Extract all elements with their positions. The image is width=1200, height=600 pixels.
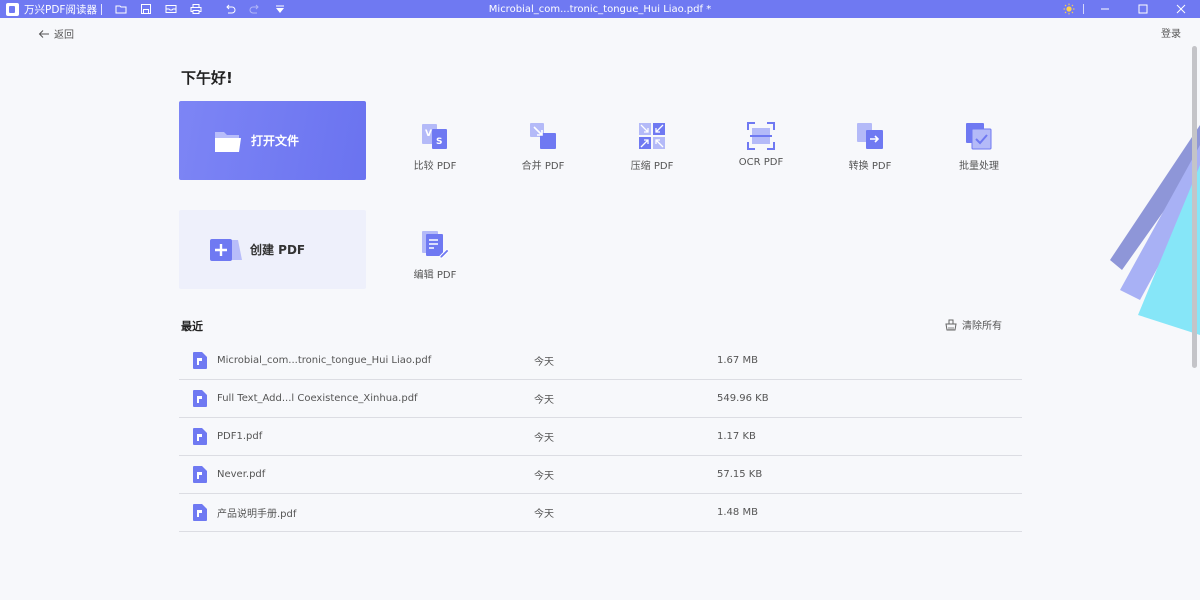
file-name: Microbial_com...tronic_tongue_Hui Liao.p… [217, 355, 432, 366]
greeting-heading: 下午好! [181, 69, 233, 87]
open-file-card[interactable]: 打开文件 [179, 101, 366, 180]
scrollbar-thumb[interactable] [1192, 46, 1197, 368]
save-icon[interactable] [140, 3, 152, 15]
back-label: 返回 [54, 30, 74, 41]
svg-text:V: V [425, 129, 432, 139]
tool-label: 比较 PDF [413, 161, 457, 172]
pdf-file-icon [193, 504, 207, 521]
tool-edit-pdf[interactable]: 编辑 PDF [395, 230, 475, 281]
decorative-fan-graphic [1110, 125, 1200, 335]
svg-text:S: S [436, 137, 442, 147]
tool-convert-pdf[interactable]: 转换 PDF [830, 121, 910, 172]
file-name: PDF1.pdf [217, 431, 263, 442]
title-bar: 万兴PDF阅读器 Microbial_com...tronic_tongue_H… [0, 0, 1200, 18]
file-date: 今天 [534, 433, 554, 444]
file-name: 产品说明手册.pdf [217, 509, 297, 520]
pdf-file-icon [193, 390, 207, 407]
recent-file-list: Microbial_com...tronic_tongue_Hui Liao.p… [179, 342, 1022, 532]
app-name: 万兴PDF阅读器 [24, 3, 97, 16]
mail-icon[interactable] [165, 3, 177, 15]
file-size: 1.17 KB [717, 431, 756, 442]
title-separator [100, 3, 102, 15]
open-file-label: 打开文件 [251, 134, 300, 148]
print-icon[interactable] [190, 3, 202, 15]
create-pdf-card[interactable]: 创建 PDF [179, 210, 366, 289]
file-date: 今天 [534, 357, 554, 368]
window-separator [1083, 4, 1084, 14]
broom-icon [945, 319, 957, 330]
folder-open-icon [215, 131, 241, 152]
redo-icon[interactable] [249, 3, 261, 15]
tool-label: 压缩 PDF [630, 161, 674, 172]
arrow-left-icon [38, 29, 49, 38]
batch-icon [966, 123, 992, 150]
app-logo-icon [6, 2, 19, 16]
pdf-file-icon [193, 352, 207, 369]
file-size: 1.67 MB [717, 355, 758, 366]
tool-compare-pdf[interactable]: V S 比较 PDF [395, 121, 475, 172]
file-date: 今天 [534, 471, 554, 482]
tool-batch-process[interactable]: 批量处理 [939, 121, 1019, 172]
recent-heading: 最近 [181, 320, 203, 333]
convert-icon [857, 123, 883, 149]
minimize-icon[interactable] [1086, 0, 1124, 18]
compress-icon [639, 123, 665, 149]
edit-icon [422, 231, 450, 259]
clear-all-label: 清除所有 [962, 321, 1002, 332]
login-button[interactable]: 登录 [1161, 25, 1181, 40]
tool-label: 编辑 PDF [413, 270, 457, 281]
recent-file-row[interactable]: 产品说明手册.pdf 今天 1.48 MB [179, 494, 1022, 532]
file-name: Full Text_Add...l Coexistence_Xinhua.pdf [217, 393, 418, 404]
recent-file-row[interactable]: Full Text_Add...l Coexistence_Xinhua.pdf… [179, 380, 1022, 418]
maximize-icon[interactable] [1124, 0, 1162, 18]
file-date: 今天 [534, 509, 554, 520]
pdf-file-icon [193, 428, 207, 445]
file-size: 57.15 KB [717, 469, 763, 480]
create-pdf-label: 创建 PDF [250, 243, 306, 257]
close-icon[interactable] [1162, 0, 1200, 18]
ocr-icon [747, 122, 775, 150]
tool-label: 转换 PDF [848, 161, 892, 172]
theme-sun-icon[interactable] [1059, 0, 1079, 18]
tool-merge-pdf[interactable]: 合并 PDF [503, 121, 583, 172]
merge-icon [530, 123, 556, 149]
file-size: 1.48 MB [717, 507, 758, 518]
tool-label: OCR PDF [738, 157, 784, 168]
back-button[interactable]: 返回 [38, 26, 74, 41]
tool-ocr-pdf[interactable]: OCR PDF [721, 121, 801, 168]
compare-icon: V S [422, 124, 447, 149]
undo-icon[interactable] [224, 3, 236, 15]
tool-compress-pdf[interactable]: 压缩 PDF [612, 121, 692, 172]
tool-label: 批量处理 [959, 161, 999, 172]
file-name: Never.pdf [217, 469, 266, 480]
dropdown-icon[interactable] [274, 3, 286, 15]
clear-all-button[interactable]: 清除所有 [945, 317, 1002, 332]
recent-file-row[interactable]: PDF1.pdf 今天 1.17 KB [179, 418, 1022, 456]
recent-file-row[interactable]: Never.pdf 今天 57.15 KB [179, 456, 1022, 494]
create-plus-icon [210, 238, 242, 261]
tool-label: 合并 PDF [521, 161, 565, 172]
file-date: 今天 [534, 395, 554, 406]
file-size: 549.96 KB [717, 393, 769, 404]
pdf-file-icon [193, 466, 207, 483]
recent-file-row[interactable]: Microbial_com...tronic_tongue_Hui Liao.p… [179, 342, 1022, 380]
vertical-scrollbar[interactable] [1190, 18, 1200, 600]
folder-icon[interactable] [115, 3, 127, 15]
